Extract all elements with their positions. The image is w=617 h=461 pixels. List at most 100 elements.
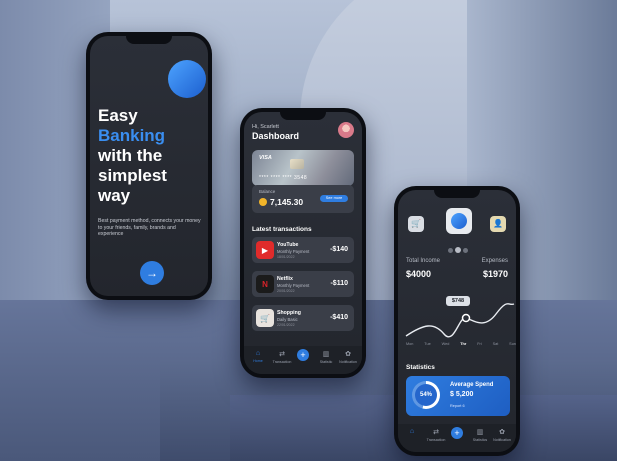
transaction-name: Netflix: [277, 276, 293, 282]
chart-day-axis: Mon Tue Wed Thr Fri Sat Sun: [406, 342, 516, 346]
average-spend-label: Average Spend: [450, 382, 494, 388]
youtube-icon: ▶: [256, 241, 274, 259]
phone-onboarding: Easy Banking with the simplest way Best …: [86, 32, 212, 300]
hero-headline: Easy Banking with the simplest way: [98, 106, 167, 206]
nav-label: Notification: [339, 360, 357, 364]
bottom-nav: ⌂ Home ⇄ Transaction + ▥ Statistic ✿ Not…: [244, 346, 362, 374]
bar-chart-icon: ▥: [322, 351, 330, 358]
day-label-active[interactable]: Thr: [460, 342, 466, 346]
transaction-date: 18/01/2022: [277, 255, 295, 259]
expenses-label: Expenses: [481, 258, 508, 264]
expenses-value: $1970: [482, 269, 508, 279]
average-spend-value: $ 5,200: [450, 391, 474, 398]
hero-line-accent: Banking: [98, 126, 166, 145]
transaction-item[interactable]: ▶ YouTube Monthly Payment 18/01/2022 -$1…: [252, 237, 354, 263]
home-icon: ⌂: [255, 350, 261, 357]
day-label: Sun: [509, 342, 516, 346]
phone-notch: [434, 190, 480, 198]
nav-item-notification[interactable]: ✿ Notification: [337, 350, 359, 364]
nav-label: Transaction: [272, 360, 292, 364]
carousel-dots: [448, 240, 472, 253]
dashboard-screen: Hi, Scarlett Dashboard VISA **** **** **…: [244, 112, 362, 374]
day-label: Sat: [492, 342, 499, 346]
onboarding-screen: Easy Banking with the simplest way Best …: [90, 36, 208, 296]
page-title: Dashboard: [252, 131, 300, 141]
credit-card[interactable]: VISA **** **** **** 3548: [252, 150, 354, 186]
shopping-cart-icon: 🛒: [256, 309, 274, 327]
coin-icon: [259, 198, 267, 206]
nav-item-home[interactable]: ⌂ Home: [247, 350, 269, 363]
bank-logo-icon: [168, 60, 206, 98]
user-icon[interactable]: 👤: [490, 216, 506, 232]
balance-label: Balance: [259, 189, 276, 194]
nav-item-home[interactable]: ⌂: [401, 428, 423, 435]
bar-chart-icon: ▥: [476, 429, 484, 436]
percent-ring: 54%: [412, 381, 440, 409]
statistics-title: Statistics: [406, 364, 435, 371]
transfer-icon: ⇄: [433, 429, 439, 436]
nav-item-transaction[interactable]: ⇄ Transaction: [271, 350, 293, 364]
netflix-icon: N: [256, 275, 274, 293]
greeting: Hi, Scarlett: [252, 124, 279, 130]
card-chip-icon: [290, 159, 304, 169]
transaction-date: 20/01/2022: [277, 289, 295, 293]
shopping-cart-icon[interactable]: 🛒: [408, 216, 424, 232]
add-button[interactable]: +: [297, 349, 309, 361]
nav-label: Statistic: [319, 360, 333, 364]
bank-logo-icon[interactable]: [446, 208, 472, 234]
income-line-chart: [405, 303, 515, 338]
transfer-icon: ⇄: [279, 351, 285, 358]
nav-label: Statistics: [472, 438, 488, 442]
statistics-screen: 🛒 👤 Total Income $4000 Expenses $1970 $7…: [398, 190, 516, 452]
transaction-sub: Monthly Payment: [277, 249, 310, 254]
hero-subtitle: Best payment method, connects your money…: [98, 218, 201, 237]
nav-label: Home: [253, 359, 263, 363]
chart-point[interactable]: [461, 313, 471, 323]
transaction-amount: -$410: [330, 314, 348, 321]
transaction-name: YouTube: [277, 242, 299, 248]
balance-panel: Balance 7,145.30 See more: [252, 185, 354, 213]
total-income-value: $4000: [406, 269, 432, 279]
day-label: Fri: [477, 342, 482, 346]
hero-line: with the: [98, 146, 163, 165]
nav-label: Transaction: [426, 438, 446, 442]
transaction-amount: -$140: [330, 246, 348, 253]
transaction-item[interactable]: N Netflix Monthly Payment 20/01/2022 -$1…: [252, 271, 354, 297]
transaction-amount: -$110: [330, 280, 348, 287]
bottom-nav: ⌂ ⇄ Transaction + ▥ Statistics ✿ Notific…: [398, 424, 516, 452]
chart-line: [405, 303, 515, 338]
nav-label: Notification: [493, 438, 511, 442]
dot: [448, 248, 453, 253]
transaction-sub: Monthly Payment: [277, 283, 310, 288]
home-icon: ⌂: [409, 428, 415, 435]
next-button[interactable]: →: [140, 261, 164, 285]
day-label: Tue: [424, 342, 431, 346]
add-button[interactable]: +: [451, 427, 463, 439]
nav-item-statistics[interactable]: ▥ Statistics: [469, 428, 491, 442]
report-label: Report 6: [450, 404, 465, 408]
logo-circle: [451, 213, 467, 229]
day-label: Mon: [406, 342, 414, 346]
background-scene: Easy Banking with the simplest way Best …: [0, 0, 617, 461]
card-brand: VISA: [259, 155, 272, 161]
total-income-label: Total Income: [406, 258, 441, 264]
avatar[interactable]: [338, 122, 354, 138]
transaction-item[interactable]: 🛒 Shopping Daily Basic 22/01/2022 -$410: [252, 305, 354, 331]
hero-line: Easy: [98, 106, 138, 125]
dot: [463, 248, 468, 253]
nav-item-notification[interactable]: ✿ Notification: [491, 428, 513, 442]
balance-value: 7,145.30: [270, 197, 304, 207]
day-label: Wed: [441, 342, 450, 346]
nav-item-statistic[interactable]: ▥ Statistic: [315, 350, 337, 364]
nav-item-transaction[interactable]: ⇄ Transaction: [425, 428, 447, 442]
hero-line: simplest: [98, 166, 167, 185]
phone-statistics: 🛒 👤 Total Income $4000 Expenses $1970 $7…: [394, 186, 520, 456]
phone-dashboard: Hi, Scarlett Dashboard VISA **** **** **…: [240, 108, 366, 378]
transaction-sub: Daily Basic: [277, 317, 298, 322]
notification-icon: ✿: [499, 429, 505, 436]
average-spend-card[interactable]: 54% Average Spend $ 5,200 Report 6: [406, 376, 510, 416]
see-more-button[interactable]: See more: [320, 195, 348, 202]
hero-line: way: [98, 186, 131, 205]
transactions-title: Latest transactions: [252, 226, 312, 233]
dot-active: [455, 247, 461, 253]
